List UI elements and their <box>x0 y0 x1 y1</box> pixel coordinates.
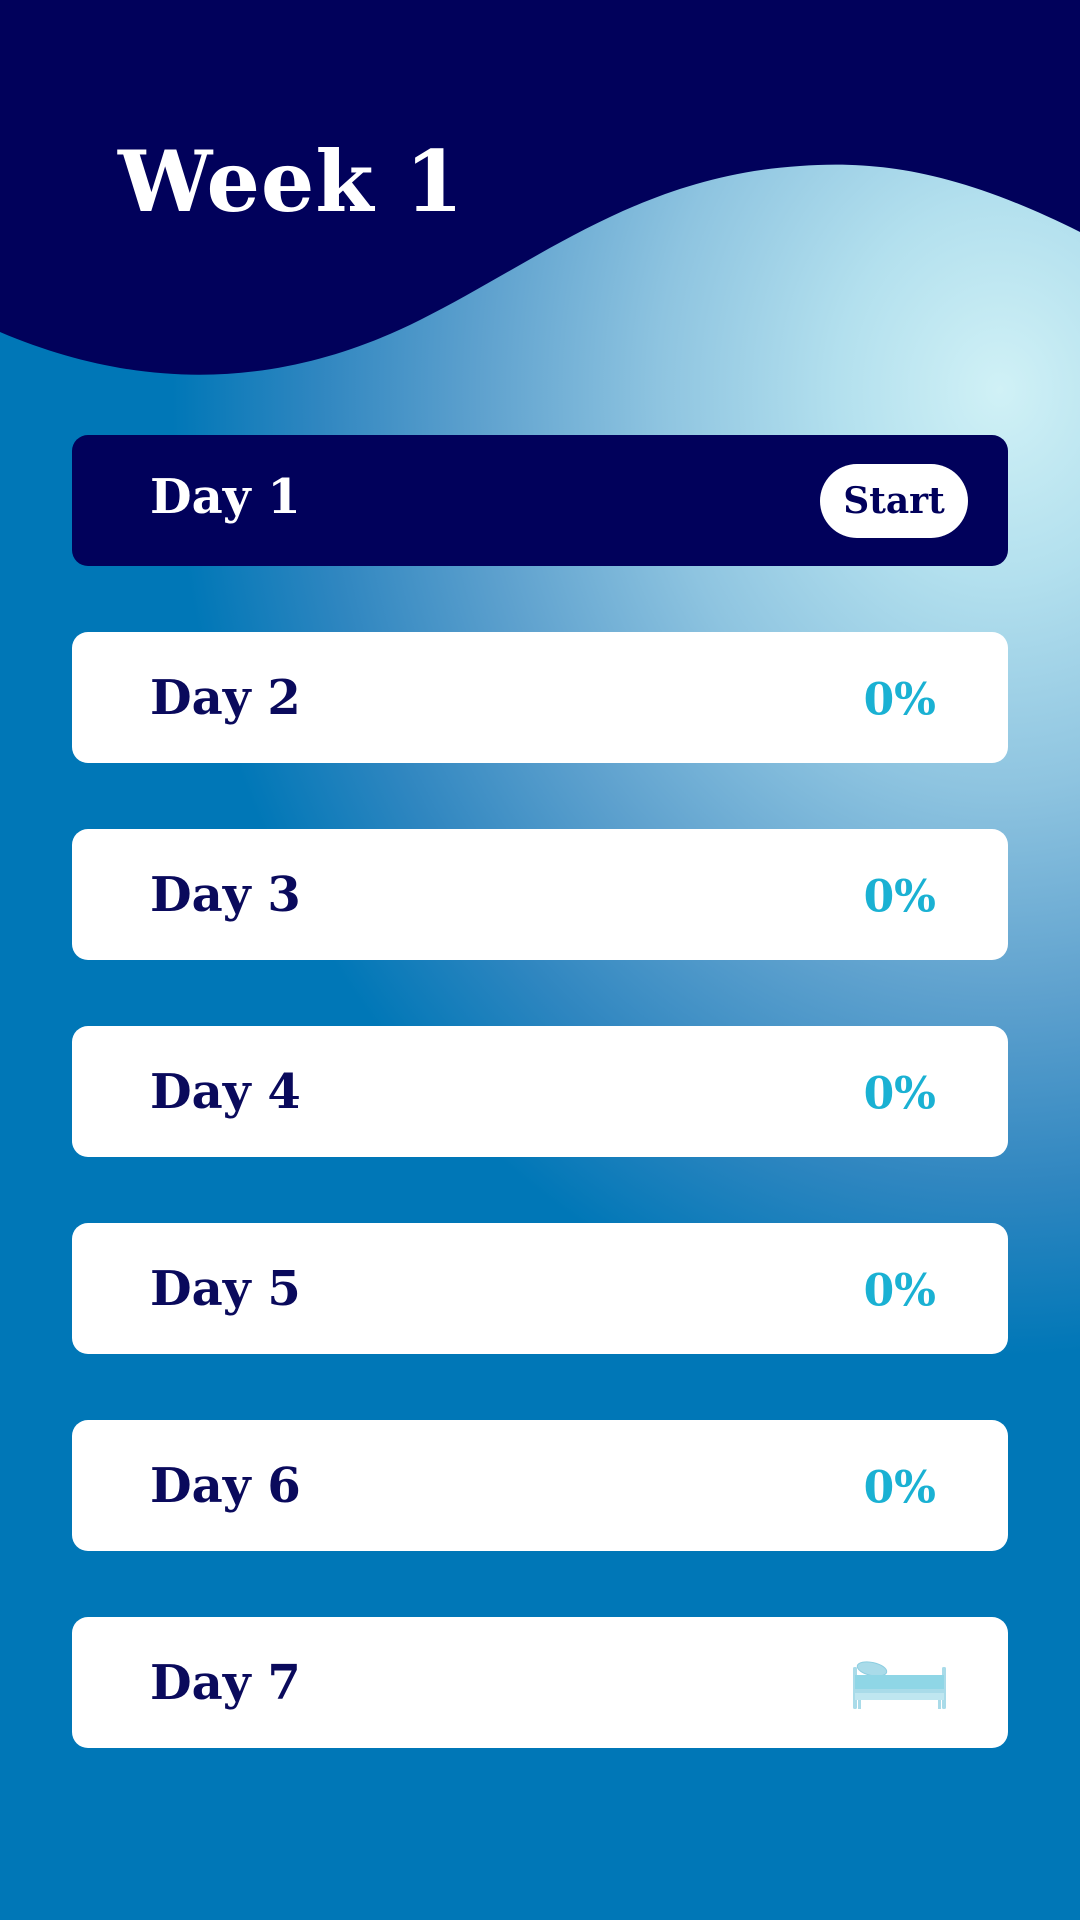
start-button[interactable]: Start <box>820 464 968 538</box>
day-label: Day 4 <box>150 1063 301 1120</box>
day-label: Day 2 <box>150 669 301 726</box>
day-label: Day 6 <box>150 1457 301 1514</box>
day-card-6[interactable]: Day 6 0% <box>72 1420 1008 1551</box>
day-label: Day 1 <box>150 468 301 525</box>
day-card-2[interactable]: Day 2 0% <box>72 632 1008 763</box>
progress-percent: 0% <box>863 1068 936 1120</box>
day-card-1[interactable]: Day 1 Start <box>72 435 1008 566</box>
page-title: Week 1 <box>118 132 465 231</box>
progress-percent: 0% <box>863 674 936 726</box>
day-card-4[interactable]: Day 4 0% <box>72 1026 1008 1157</box>
progress-percent: 0% <box>863 871 936 923</box>
day-label: Day 7 <box>150 1654 301 1711</box>
day-card-3[interactable]: Day 3 0% <box>72 829 1008 960</box>
bed-icon <box>853 1661 946 1709</box>
day-card-5[interactable]: Day 5 0% <box>72 1223 1008 1354</box>
progress-percent: 0% <box>863 1462 936 1514</box>
day-label: Day 3 <box>150 866 301 923</box>
day-label: Day 5 <box>150 1260 301 1317</box>
progress-percent: 0% <box>863 1265 936 1317</box>
day-card-7[interactable]: Day 7 <box>72 1617 1008 1748</box>
